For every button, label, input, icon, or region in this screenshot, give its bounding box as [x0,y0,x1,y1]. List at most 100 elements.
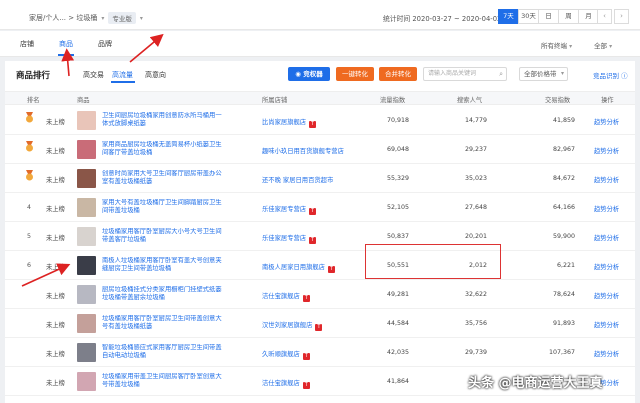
tool-logo-label: 竞权器 [303,70,323,78]
medal-icon [26,170,33,181]
product-name-link[interactable]: 南极人垃圾桶家用客厅卧室有盖大号创意夹缝厨房卫生间带盖垃圾桶 [102,257,227,274]
breadcrumb-path[interactable]: 家居/个人... > 垃圾桶 [29,13,97,23]
search-popularity-value: 32,622 [464,291,487,298]
scope-filter[interactable]: 全部 ▾ [594,40,612,50]
product-thumbnail[interactable] [77,140,96,159]
tmall-icon: T [302,353,310,360]
period-30d-button[interactable]: 30天 [518,9,539,24]
flow-index-value: 70,918 [386,117,409,124]
col-flow-index[interactable]: 流量指数 [380,95,405,104]
chevron-right-icon: › [620,12,623,20]
period-7d-button[interactable]: 7天 [498,9,519,24]
col-search-popularity[interactable]: 搜索人气 [457,95,482,104]
terminal-filter[interactable]: 所有终端 ▾ [541,40,572,50]
tab-shop[interactable]: 店铺 [20,39,34,49]
trend-analysis-link[interactable]: 趋势分析 [594,175,619,184]
shop-name-link[interactable]: 还不晚 家居日用百货超市 [262,175,333,184]
rank-status: 未上榜 [46,177,65,184]
trade-index-value: 91,893 [552,320,575,327]
competitor-tool-button[interactable]: ◉ 竞权器 [288,67,330,81]
tab-brand[interactable]: 品牌 [98,39,112,49]
trend-analysis-link[interactable]: 趋势分析 [594,146,619,155]
product-name-link[interactable]: 垃圾桶家用客厅卧室厨房卫生间带盖创意大号有盖垃圾桶纸篓 [102,315,227,332]
tab-high-trade[interactable]: 高交易 [83,70,104,80]
rank-status: 未上榜 [46,235,65,242]
next-period-button[interactable]: › [614,9,629,24]
flow-index-value: 49,281 [386,291,409,298]
chevron-down-icon[interactable]: ▾ [101,15,104,22]
rank-status: 未上榜 [46,206,65,213]
trend-analysis-link[interactable]: 趋势分析 [594,204,619,213]
shop-name-link[interactable]: 洁仕宝旗舰店 T [262,378,310,389]
flow-index-value: 69,048 [386,146,409,153]
edition-badge: 专业版 [108,12,136,24]
shop-name-link[interactable]: 比尚家居旗舰店 T [262,117,317,128]
tab-high-traffic[interactable]: 高流量 [112,70,133,80]
chevron-down-icon[interactable]: ▾ [140,15,143,22]
main-nav: 店铺 商品 品牌 所有终端 ▾ 全部 ▾ [0,31,640,57]
date-range: 统计时间 2020-03-27 ~ 2020-04-02 [383,15,502,23]
trade-index-value: 41,859 [552,117,575,124]
product-thumbnail[interactable] [77,285,96,304]
shop-name-link[interactable]: 趣味小玖日用百货旗舰专营店 [262,146,344,155]
tab-product[interactable]: 商品 [59,39,73,49]
flow-index-value: 42,035 [386,349,409,356]
product-thumbnail[interactable] [77,169,96,188]
col-rank: 排名 [27,97,40,104]
product-thumbnail[interactable] [77,111,96,130]
trade-index-value: 107,367 [548,349,575,356]
flow-index-value: 41,864 [386,378,409,385]
shop-name-link[interactable]: 洁仕宝旗舰店 T [262,291,310,302]
product-name-link[interactable]: 厨房垃圾桶挂式分类家用橱柜门挂壁式纸篓垃圾桶带盖厨余垃圾桶 [102,286,227,303]
one-click-convert-button[interactable]: 一键转化 [336,67,374,81]
rank-status: 未上榜 [46,264,65,271]
trend-analysis-link[interactable]: 趋势分析 [594,117,619,126]
col-shop: 所属店铺 [262,97,288,104]
active-tab-underline [58,54,74,56]
trend-analysis-link[interactable]: 趋势分析 [594,291,619,300]
product-name-link[interactable]: 家用商品厨房垃圾桶无盖简易杯小纸篓卫生间客厅带盖垃圾桶 [102,141,227,158]
product-name-link[interactable]: 卫生间厨房垃圾桶家用创意防水所马桶用一体式放脚桌纸篓 [102,112,227,129]
shop-name-link[interactable]: 久昕顺旗舰店 T [262,349,310,360]
price-band-value: 全部价格带 [524,70,557,78]
col-trade-index[interactable]: 交易指数 [545,95,570,104]
table-row: 6 未上榜 南极人垃圾桶家用客厅卧室有盖大号创意夹缝厨房卫生间带盖垃圾桶 南极人居家日… [5,251,635,280]
competitor-identify-link[interactable]: 竞品识别 ⓘ [593,70,628,80]
price-band-select[interactable]: 全部价格带 ▾ [519,67,568,81]
shop-name-link[interactable]: 南极人居家日用旗舰店 T [262,262,335,273]
period-month-button[interactable]: 月 [578,9,599,24]
search-input[interactable]: 请输入商品关键词 ⌕ [423,67,507,81]
product-name-link[interactable]: 智能垃圾桶感应式家用客厅厨房卫生间带盖自动电动垃圾桶 [102,344,227,361]
rank-value: 5 [27,233,32,240]
shop-name-link[interactable]: 乐佳家居专营店 T [262,204,317,215]
shop-name-link[interactable]: 汉世刘家居旗舰店 T [262,320,323,331]
trend-analysis-link[interactable]: 趋势分析 [594,262,619,271]
product-thumbnail[interactable] [77,256,96,275]
rank-status: 未上榜 [46,351,65,358]
trend-analysis-link[interactable]: 趋势分析 [594,349,619,358]
top-bar: 家居/个人... > 垃圾桶 ▾ 专业版 ▾ 统计时间 2020-03-27 ~… [0,0,640,30]
period-day-button[interactable]: 日 [538,9,559,24]
product-name-link[interactable]: 家用大号有盖垃圾桶厅卫生间脚踏厨房卫生间带盖垃圾桶 [102,199,227,216]
tmall-icon: T [309,121,317,128]
trade-index-value: 78,624 [552,291,575,298]
product-name-link[interactable]: 创意时尚家用大号卫生间客厅厨房带盖办公室有盖垃圾桶纸篓 [102,170,227,187]
period-week-button[interactable]: 周 [558,9,579,24]
product-thumbnail[interactable] [77,227,96,246]
product-thumbnail[interactable] [77,314,96,333]
trade-index-value: 59,900 [552,233,575,240]
merge-convert-button[interactable]: 合并转化 [379,67,417,81]
product-thumbnail[interactable] [77,343,96,362]
rank-status: 未上榜 [46,119,65,126]
product-thumbnail[interactable] [77,372,96,391]
trend-analysis-link[interactable]: 趋势分析 [594,233,619,242]
product-name-link[interactable]: 垃圾桶家用带盖卫生间厨房客厅卧室创意大号带盖垃圾桶 [102,373,227,390]
prev-period-button[interactable]: ‹ [597,9,612,24]
trend-analysis-link[interactable]: 趋势分析 [594,320,619,329]
shop-name-link[interactable]: 乐佳家居专营店 T [262,233,317,244]
rank-value: 4 [27,204,32,211]
product-thumbnail[interactable] [77,198,96,217]
tab-high-intent[interactable]: 高意向 [145,70,166,80]
product-name-link[interactable]: 垃圾桶家用客厅卧室厨房大小号大号卫生间带盖客厅垃圾桶 [102,228,227,245]
flow-index-value: 52,105 [386,204,409,211]
